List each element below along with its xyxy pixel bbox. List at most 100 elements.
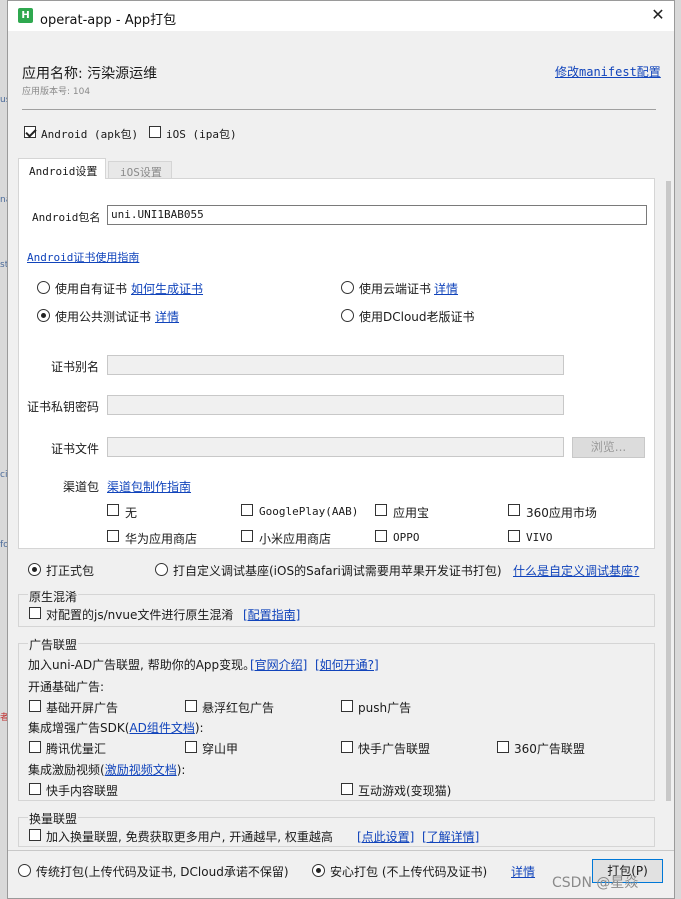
kuaishou-content-label: 快手内容联盟	[46, 784, 119, 798]
tab-ios-settings[interactable]: iOS设置	[108, 161, 172, 179]
ios-checkbox[interactable]	[149, 126, 161, 138]
push-ad-checkbox[interactable]	[341, 700, 353, 712]
kuaishou-ad-label: 快手广告联盟	[358, 742, 431, 756]
cert-file-label: 证书文件	[51, 442, 100, 456]
kuaishou-content-checkbox[interactable]	[29, 783, 41, 795]
package-name-input[interactable]: uni.UNI1BAB055	[107, 205, 647, 225]
cert-file-input[interactable]	[107, 437, 564, 457]
how-to-generate-cert-link[interactable]: 如何生成证书	[131, 280, 203, 297]
ad-component-doc-link[interactable]: AD组件文档	[129, 721, 194, 735]
safe-pack-label: 安心打包 (不上传代码及证书)	[330, 865, 488, 879]
kuaishou-ad-checkbox[interactable]	[341, 741, 353, 753]
formal-build-radio[interactable]	[28, 563, 41, 576]
cloud-cert-detail-link[interactable]: 详情	[434, 280, 458, 297]
channel-checkbox-vivo[interactable]	[508, 530, 520, 542]
enhanced-ad-prefix: 集成增强广告SDK(	[28, 721, 130, 735]
floating-redpacket-ad-checkbox[interactable]	[185, 700, 197, 712]
hbuilder-logo-icon: H	[18, 8, 33, 23]
public-test-cert-detail-link[interactable]: 详情	[155, 308, 179, 325]
enhanced-ad-suffix: ):	[194, 721, 204, 735]
close-icon[interactable]: ✕	[648, 5, 668, 25]
cert-password-label: 证书私钥密码	[27, 400, 100, 414]
tab-android-settings[interactable]: Android设置	[18, 158, 106, 179]
browse-button[interactable]: 浏览...	[572, 437, 645, 458]
pangle-ad-label: 穿山甲	[202, 742, 239, 756]
exchange-settings-link[interactable]: [点此设置]	[357, 828, 414, 845]
channel-checkbox-huawei[interactable]	[107, 530, 119, 542]
interactive-game-label: 互动游戏(变现猫)	[358, 784, 452, 798]
obfuscation-title: 原生混淆	[28, 588, 79, 605]
public-test-cert-radio[interactable]	[37, 309, 50, 322]
obfuscation-label: 对配置的js/nvue文件进行原生混淆	[46, 608, 234, 622]
traditional-pack-radio[interactable]	[18, 864, 31, 877]
android-settings-panel: Android包名 uni.UNI1BAB055 Android证书使用指南 使…	[18, 178, 655, 549]
safe-pack-radio[interactable]	[312, 864, 325, 877]
channel-checkbox-none[interactable]	[107, 504, 119, 516]
android-checkbox[interactable]	[24, 126, 36, 138]
app-version-label: 应用版本号: 104	[22, 87, 91, 97]
floating-redpacket-ad-label: 悬浮红包广告	[202, 701, 275, 715]
tencent-ad-label: 腾讯优量汇	[46, 742, 107, 756]
window-title: operat-app - App打包	[40, 13, 177, 28]
own-cert-label: 使用自有证书	[55, 282, 128, 296]
channel-label-none: 无	[125, 506, 138, 520]
footer-divider	[8, 850, 674, 851]
channel-label-xiaomi: 小米应用商店	[259, 532, 332, 546]
modify-manifest-link[interactable]: 修改manifest配置	[555, 63, 661, 80]
scrollbar-thumb[interactable]	[666, 181, 671, 801]
ad-360-label: 360广告联盟	[514, 742, 585, 756]
channel-label-huawei: 华为应用商店	[125, 532, 198, 546]
what-is-custom-base-link[interactable]: 什么是自定义调试基座?	[513, 562, 639, 579]
cloud-cert-radio[interactable]	[341, 281, 354, 294]
enhanced-ad-label: 集成增强广告SDK(AD组件文档):	[28, 719, 204, 736]
exchange-details-link[interactable]: [了解详情]	[422, 828, 479, 845]
push-ad-label: push广告	[358, 701, 412, 715]
channel-checkbox-googleplay[interactable]	[241, 504, 253, 516]
dcloud-old-cert-radio[interactable]	[341, 309, 354, 322]
exchange-alliance-checkbox[interactable]	[29, 829, 41, 841]
cert-alias-input[interactable]	[107, 355, 564, 375]
obfuscation-guide-link[interactable]: [配置指南]	[243, 606, 300, 623]
channel-checkbox-yingyongbao[interactable]	[375, 504, 387, 516]
safe-pack-detail-link[interactable]: 详情	[511, 863, 535, 880]
csdn-watermark: CSDN @星焱	[552, 875, 639, 891]
channel-label-360: 360应用市场	[526, 506, 597, 520]
exchange-alliance-label: 加入换量联盟, 免费获取更多用户, 开通越早, 权重越高	[46, 830, 333, 844]
traditional-pack-label: 传统打包(上传代码及证书, DCloud承诺不保留)	[36, 865, 289, 879]
pangle-ad-checkbox[interactable]	[185, 741, 197, 753]
ad-360-checkbox[interactable]	[497, 741, 509, 753]
android-cert-guide-link[interactable]: Android证书使用指南	[27, 249, 139, 265]
basic-splash-ad-label: 基础开屏广告	[46, 701, 119, 715]
reward-video-suffix: ):	[176, 763, 186, 777]
channel-checkbox-oppo[interactable]	[375, 530, 387, 542]
package-name-label: Android包名	[32, 211, 101, 224]
formal-build-label: 打正式包	[46, 564, 95, 578]
own-cert-radio[interactable]	[37, 281, 50, 294]
channel-label-googleplay: GooglePlay(AAB)	[259, 505, 359, 518]
header-divider	[22, 109, 656, 110]
cert-password-input[interactable]	[107, 395, 564, 415]
cert-alias-label: 证书别名	[51, 360, 100, 374]
custom-base-radio[interactable]	[155, 563, 168, 576]
ad-how-to-enable-link[interactable]: [如何开通?]	[315, 656, 379, 673]
reward-video-doc-link[interactable]: 激励视频文档	[105, 763, 177, 777]
obfuscation-checkbox[interactable]	[29, 607, 41, 619]
channel-label-vivo: VIVO	[526, 531, 553, 544]
basic-ad-label: 开通基础广告:	[28, 680, 105, 694]
exchange-alliance-title: 换量联盟	[28, 810, 79, 827]
title-bar: H operat-app - App打包 ✕	[8, 1, 674, 31]
ios-label: iOS (ipa包)	[166, 128, 237, 141]
channel-guide-link[interactable]: 渠道包制作指南	[107, 478, 191, 495]
tencent-ad-checkbox[interactable]	[29, 741, 41, 753]
ad-alliance-title: 广告联盟	[28, 636, 79, 653]
app-pack-dialog: H operat-app - App打包 ✕ 应用名称: 污染源运维 应用版本号…	[7, 0, 675, 899]
channel-label: 渠道包	[63, 480, 100, 494]
basic-splash-ad-checkbox[interactable]	[29, 700, 41, 712]
channel-label-oppo: OPPO	[393, 531, 420, 544]
ad-official-intro-link[interactable]: [官网介绍]	[250, 656, 307, 673]
channel-checkbox-360[interactable]	[508, 504, 520, 516]
channel-checkbox-xiaomi[interactable]	[241, 530, 253, 542]
cloud-cert-label: 使用云端证书	[359, 282, 432, 296]
interactive-game-checkbox[interactable]	[341, 783, 353, 795]
channel-label-yingyongbao: 应用宝	[393, 506, 430, 520]
